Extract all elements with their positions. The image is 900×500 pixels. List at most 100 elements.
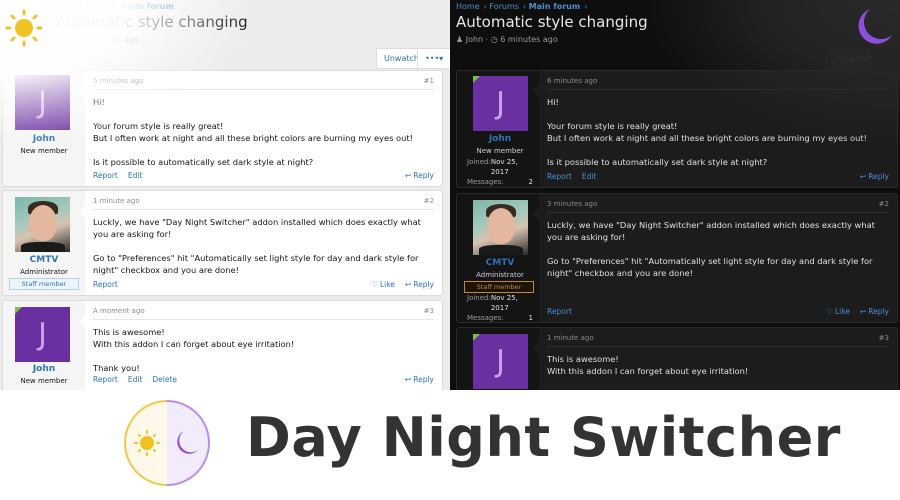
avatar-face: [29, 205, 57, 241]
user-stats: Joined:Nov 25, 2017 Messages:1 Likes:0: [467, 293, 533, 322]
reply-link[interactable]: Reply: [413, 280, 434, 289]
avatar[interactable]: J: [473, 76, 528, 131]
post-user-info: CMTV Administrator Staff member: [3, 191, 85, 295]
post-user-info: J: [457, 328, 539, 390]
light-style-panel: Home Forums Main forum Automatic style c…: [0, 0, 450, 390]
unwatch-button[interactable]: Unwatch: [831, 50, 871, 69]
breadcrumb-forums[interactable]: Forums: [489, 2, 519, 11]
reply-link[interactable]: Reply: [413, 171, 434, 180]
edit-link[interactable]: Edit: [582, 172, 597, 181]
edit-link[interactable]: Edit: [128, 171, 143, 180]
report-link[interactable]: Report: [547, 172, 572, 181]
post-time[interactable]: A moment ago: [93, 307, 145, 315]
reply-link[interactable]: Reply: [413, 375, 434, 384]
reply-icon: ↩: [404, 171, 412, 180]
breadcrumb-home[interactable]: Home: [456, 2, 480, 11]
avatar[interactable]: J: [473, 334, 528, 389]
user-role: Administrator: [20, 268, 68, 276]
breadcrumb-main-forum[interactable]: Main forum: [122, 2, 174, 11]
online-indicator: [473, 76, 480, 83]
avatar-face: [487, 208, 515, 244]
breadcrumb-main-forum[interactable]: Main forum: [529, 2, 581, 11]
user-stats: Joined:Nov 25, 2017 Messages: 2 Likes: 0: [467, 157, 533, 188]
username[interactable]: CMTV: [459, 258, 541, 268]
report-link[interactable]: Report: [93, 280, 118, 289]
post-user-info: CMTV Administrator Staff member Joined: N…: [457, 194, 539, 322]
username[interactable]: John: [3, 134, 85, 144]
post-content: A moment ago #3 This is awesome! With thi…: [85, 301, 442, 390]
brand-title: Day Night Switcher: [246, 406, 841, 469]
post-user-info: J John New member: [3, 71, 85, 186]
post-actions: Report Edit ↩ Reply: [547, 172, 889, 181]
thread-author[interactable]: John: [466, 35, 483, 44]
likes-label: Likes:: [467, 187, 487, 188]
avatar-letter: J: [38, 85, 47, 120]
post-number[interactable]: #2: [424, 197, 434, 205]
post-body: Luckly, we have "Day Night Switcher" add…: [93, 217, 421, 275]
post-body: Luckly, we have "Day Night Switcher" add…: [547, 220, 875, 278]
post-time[interactable]: 3 minutes ago: [547, 200, 597, 208]
reply-link[interactable]: Reply: [868, 307, 889, 316]
user-role: New member: [20, 147, 68, 155]
post-actions: Report ♡ Like ↩ Reply: [93, 280, 434, 289]
delete-link[interactable]: Delete: [152, 375, 177, 384]
thread-author[interactable]: John: [56, 35, 73, 44]
page-title: Automatic style changing: [56, 13, 248, 31]
post-body: This is awesome! With this addon I can f…: [93, 327, 295, 373]
username[interactable]: CMTV: [3, 255, 85, 265]
forum-comparison: Home Forums Main forum Automatic style c…: [0, 0, 900, 390]
avatar[interactable]: [15, 197, 70, 252]
post-header: 3 minutes ago #2: [547, 200, 889, 213]
reply-icon: ↩: [404, 375, 412, 384]
post-content: 6 minutes ago Hi! Your forum style is re…: [539, 71, 897, 187]
username[interactable]: John: [3, 364, 85, 374]
breadcrumb-home[interactable]: Home: [56, 2, 80, 11]
post-number[interactable]: #3: [879, 334, 889, 342]
user-role: New member: [476, 147, 524, 155]
reply-icon: ↩: [859, 307, 867, 316]
thread-time: 6 minutes ago: [81, 35, 139, 44]
like-icon: ♡: [371, 280, 378, 289]
post-time[interactable]: 5 minutes ago: [93, 77, 143, 85]
username[interactable]: John: [459, 134, 541, 144]
user-role: New member: [20, 377, 68, 385]
breadcrumb: Home Forums Main forum: [56, 2, 178, 11]
post-time[interactable]: 1 minute ago: [547, 334, 594, 342]
post-2: CMTV Administrator Staff member Joined: N…: [456, 193, 898, 323]
post-number[interactable]: #3: [424, 307, 434, 315]
thread-meta: John · 6 minutes ago: [56, 35, 139, 44]
online-indicator: [15, 307, 22, 314]
dark-style-panel: Home › Forums › Main forum › Automatic styl…: [450, 0, 900, 390]
avatar[interactable]: [473, 200, 528, 255]
like-link[interactable]: Like: [835, 307, 850, 316]
post-actions: Report Edit Delete ↩ Reply: [93, 375, 434, 384]
avatar[interactable]: J: [15, 75, 70, 130]
reply-icon: ↩: [859, 172, 867, 181]
post-body: Hi! Your forum style is really great! Bu…: [547, 97, 867, 167]
avatar-shirt: [21, 242, 65, 252]
post-time[interactable]: 1 minute ago: [93, 197, 140, 205]
post-time[interactable]: 6 minutes ago: [547, 77, 597, 85]
more-options-button[interactable]: •••▾: [417, 48, 450, 69]
like-link[interactable]: Like: [380, 280, 395, 289]
post-header: A moment ago #3: [93, 307, 434, 320]
post-actions: Report ♡ Like ↩ Reply: [547, 307, 889, 316]
post-3: J John New member A moment ago #3 This is…: [2, 300, 443, 390]
messages-label: Messages:: [467, 178, 504, 186]
avatar-letter: J: [496, 86, 505, 121]
report-link[interactable]: Report: [93, 375, 118, 384]
post-number[interactable]: #1: [424, 77, 434, 85]
user-icon: ♟: [456, 35, 464, 44]
post-content: 3 minutes ago #2 Luckly, we have "Day Nig…: [539, 194, 897, 322]
report-link[interactable]: Report: [93, 171, 118, 180]
report-link[interactable]: Report: [547, 307, 572, 316]
reply-link[interactable]: Reply: [868, 172, 889, 181]
joined-value: Nov 25, 2017: [490, 294, 518, 312]
thread-time: 6 minutes ago: [500, 35, 558, 44]
avatar[interactable]: J: [15, 307, 70, 362]
post-content: 1 minute ago #2 Luckly, we have "Day Nigh…: [85, 191, 442, 295]
post-number[interactable]: #2: [879, 200, 889, 208]
edit-link[interactable]: Edit: [128, 375, 143, 384]
breadcrumb-forums[interactable]: Forums: [86, 2, 116, 11]
post-content: 1 minute ago #3 This is awesome! With thi…: [539, 328, 897, 390]
